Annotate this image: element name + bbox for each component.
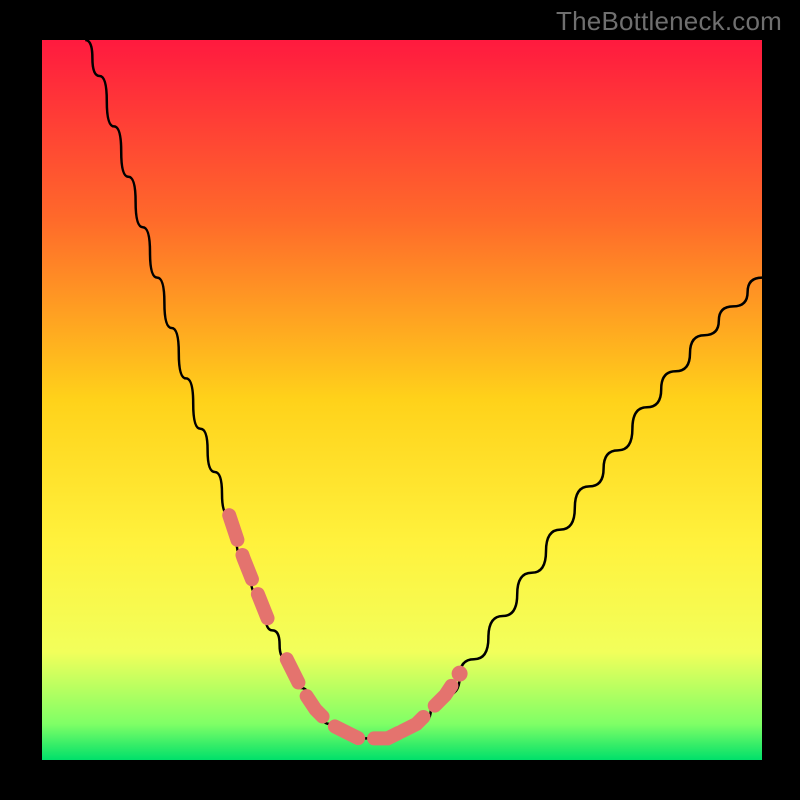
point-highlight-dot [452, 666, 468, 682]
chart-stage: TheBottleneck.com [0, 0, 800, 800]
plot-background [42, 40, 762, 760]
chart-svg [0, 0, 800, 800]
watermark-text: TheBottleneck.com [556, 6, 782, 37]
